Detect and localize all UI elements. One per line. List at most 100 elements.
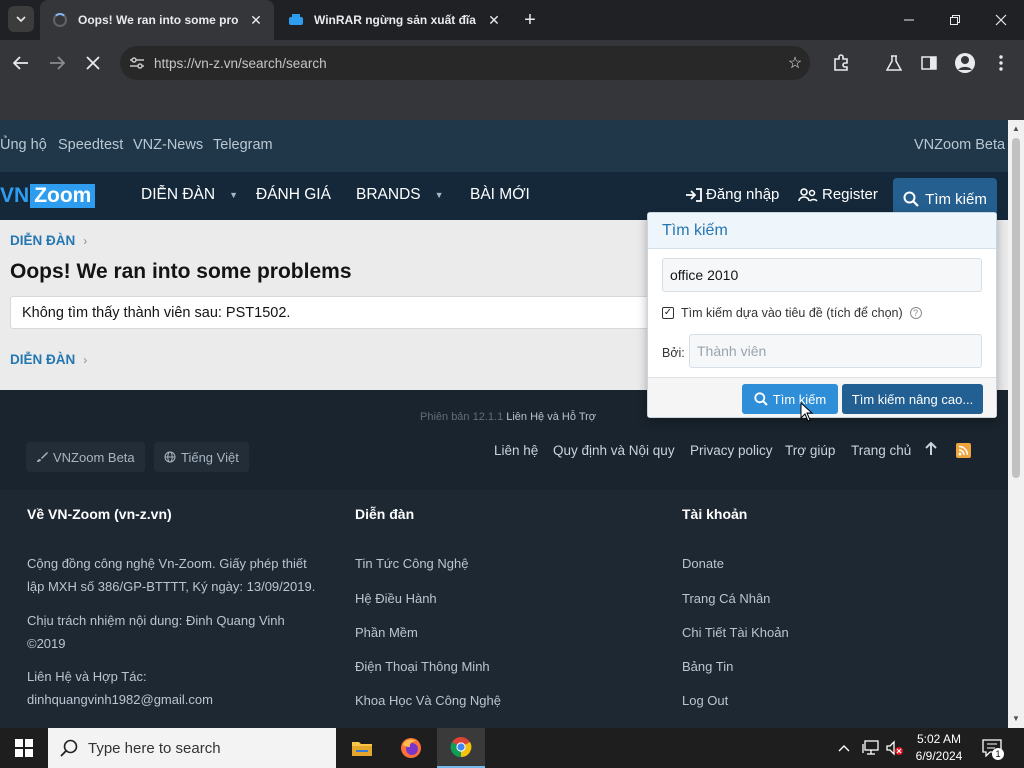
breadcrumb-label[interactable]: DIỄN ĐÀN (10, 352, 75, 367)
footer-account-link[interactable]: Bảng Tin (682, 659, 733, 674)
nav-reviews[interactable]: ĐÁNH GIÁ (256, 186, 331, 204)
search-submit-button[interactable]: Tìm kiếm (742, 384, 838, 414)
advanced-search-button[interactable]: Tìm kiếm nâng cao... (842, 384, 983, 414)
caret-down-icon[interactable]: ▼ (229, 190, 238, 200)
nav-new-posts[interactable]: BÀI MỚI (470, 186, 530, 204)
arrow-up-icon[interactable] (925, 441, 937, 459)
labs-button[interactable] (879, 48, 909, 78)
network-icon[interactable] (862, 728, 880, 768)
footer-link-rules[interactable]: Quy định và Nội quy (553, 443, 675, 458)
minimize-button[interactable] (886, 0, 932, 40)
caret-down-icon[interactable]: ▼ (435, 190, 444, 200)
side-panel-button[interactable] (914, 48, 944, 78)
tab-active[interactable]: Oops! We ran into some probl ✕ (40, 0, 274, 40)
nav-reviews-label: ĐÁNH GIÁ (256, 186, 331, 203)
style-chooser-button[interactable]: VNZoom Beta (26, 442, 145, 472)
address-bar[interactable]: https://vn-z.vn/search/search ☆ (120, 46, 810, 80)
forward-button[interactable] (42, 48, 72, 78)
member-input[interactable]: Thành viên (689, 334, 982, 368)
footer-forum-link[interactable]: Phần Mềm (355, 625, 418, 640)
tab-search-button[interactable] (8, 6, 34, 32)
volume-muted-icon[interactable] (886, 728, 904, 768)
file-explorer-taskbar-icon[interactable] (338, 728, 386, 768)
start-button[interactable] (0, 728, 48, 768)
topbar-link-telegram[interactable]: Telegram (213, 137, 273, 153)
paint-brush-icon (37, 452, 48, 462)
scroll-down-arrow-icon[interactable]: ▼ (1008, 712, 1024, 726)
version-text: Phiên bản 12.1.1 (420, 411, 504, 423)
footer-forum-link[interactable]: Điện Thoại Thông Minh (355, 659, 490, 674)
site-logo[interactable]: VN Zoom (0, 184, 96, 208)
breadcrumb[interactable]: DIỄN ĐÀN › (10, 233, 87, 248)
footer-forum-link[interactable]: Hệ Điều Hành (355, 591, 437, 606)
nav-forums-label: DIỄN ĐÀN (141, 186, 216, 203)
breadcrumb-bottom[interactable]: DIỄN ĐÀN › (10, 352, 87, 367)
footer-link-contact[interactable]: Liên hệ (494, 443, 538, 458)
title-only-checkbox[interactable]: ✓ (662, 307, 674, 319)
footer-account-link[interactable]: Log Out (682, 693, 728, 708)
footer-email-link[interactable]: dinhquangvinh1982@gmail.com (27, 688, 213, 711)
close-window-button[interactable] (978, 0, 1024, 40)
show-hidden-icons-chevron-icon[interactable] (838, 728, 850, 768)
register-link[interactable]: Register (798, 186, 878, 203)
users-icon (798, 187, 818, 202)
topbar-link-donate[interactable]: Ủng hộ (0, 137, 47, 153)
error-message-text: Không tìm thấy thành viên sau: PST1502. (22, 304, 291, 321)
back-button[interactable] (6, 48, 36, 78)
new-tab-button[interactable]: + (518, 8, 542, 32)
topbar-link-vnzoom-beta[interactable]: VNZoom Beta (914, 137, 1005, 153)
search-tab-label: Tìm kiếm (925, 190, 987, 208)
topbar-link-vnz-news[interactable]: VNZ-News (133, 137, 203, 153)
style-chooser-label: VNZoom Beta (53, 449, 135, 465)
sign-in-icon (686, 187, 702, 202)
taskbar-search-placeholder: Type here to search (88, 739, 221, 757)
page-scrollbar[interactable]: ▲ ▼ (1008, 120, 1024, 728)
notification-center-button[interactable]: 1 (980, 736, 1004, 760)
search-query-input[interactable]: office 2010 (662, 258, 982, 292)
footer-about-line: Chịu trách nhiệm nội dung: Đinh Quang Vi… (27, 613, 285, 628)
breadcrumb-label[interactable]: DIỄN ĐÀN (10, 233, 75, 248)
tab-inactive[interactable]: WinRAR ngừng sản xuất đĩa và ✕ (276, 0, 512, 40)
language-chooser-button[interactable]: Tiếng Việt (154, 442, 249, 472)
logo-text-vn: VN (0, 184, 30, 207)
footer-forum-link[interactable]: Khoa Học Và Công Nghệ (355, 693, 501, 708)
firefox-taskbar-icon[interactable] (387, 728, 435, 768)
scrollbar-thumb[interactable] (1012, 138, 1020, 478)
site-info-icon[interactable] (120, 57, 154, 69)
profile-button[interactable] (950, 48, 980, 78)
footer-link-home[interactable]: Trang chủ (851, 443, 911, 458)
footer-forum-link[interactable]: Tin Tức Công Nghệ (355, 556, 468, 571)
footer-link-help[interactable]: Trợ giúp (785, 443, 835, 458)
help-icon[interactable]: ? (909, 307, 922, 319)
close-tab-icon[interactable]: ✕ (246, 10, 266, 30)
footer-link-privacy[interactable]: Privacy policy (690, 443, 773, 458)
footer-account-link[interactable]: Trang Cá Nhân (682, 591, 770, 606)
stop-button[interactable] (78, 48, 108, 78)
arrow-right-icon (50, 56, 65, 70)
footer-account-link[interactable]: Chi Tiết Tài Khoản (682, 625, 789, 640)
taskbar-clock[interactable]: 5:02 AM 6/9/2024 (906, 731, 972, 765)
error-message-box: Không tìm thấy thành viên sau: PST1502. (10, 296, 650, 329)
browser-menu-button[interactable] (986, 48, 1016, 78)
url-text: https://vn-z.vn/search/search (154, 55, 327, 71)
title-only-label[interactable]: Tìm kiếm dựa vào tiêu đề (tích để chọn) (681, 306, 903, 320)
rss-icon[interactable] (956, 443, 971, 458)
nav-forums[interactable]: DIỄN ĐÀN ▼ (141, 186, 238, 204)
title-only-option[interactable]: ✓ Tìm kiếm dựa vào tiêu đề (tích để chọn… (662, 306, 922, 320)
search-dropdown-header: Tìm kiếm (648, 213, 996, 249)
footer-account-link[interactable]: Donate (682, 556, 724, 571)
chrome-taskbar-icon[interactable] (437, 728, 485, 768)
login-link[interactable]: Đăng nhập (685, 186, 779, 203)
scroll-up-arrow-icon[interactable]: ▲ (1008, 122, 1024, 136)
topbar-link-speedtest[interactable]: Speedtest (58, 137, 123, 153)
contact-support-link[interactable]: Liên Hệ và Hỗ Trợ (506, 411, 596, 423)
extensions-button[interactable] (826, 48, 856, 78)
restore-button[interactable] (932, 0, 978, 40)
close-tab-icon[interactable]: ✕ (484, 10, 504, 30)
page-viewport: Ủng hộ Speedtest VNZ-News Telegram VNZoo… (0, 120, 1008, 728)
taskbar-search-box[interactable]: Type here to search (48, 728, 336, 768)
bookmark-star-icon[interactable]: ☆ (780, 53, 810, 73)
tab-title: Oops! We ran into some probl (78, 13, 238, 27)
footer-about-line: lập MXH số 386/GP-BTTTT, Ký ngày: 13/09/… (27, 579, 316, 594)
nav-brands[interactable]: BRANDS ▼ (356, 186, 444, 204)
